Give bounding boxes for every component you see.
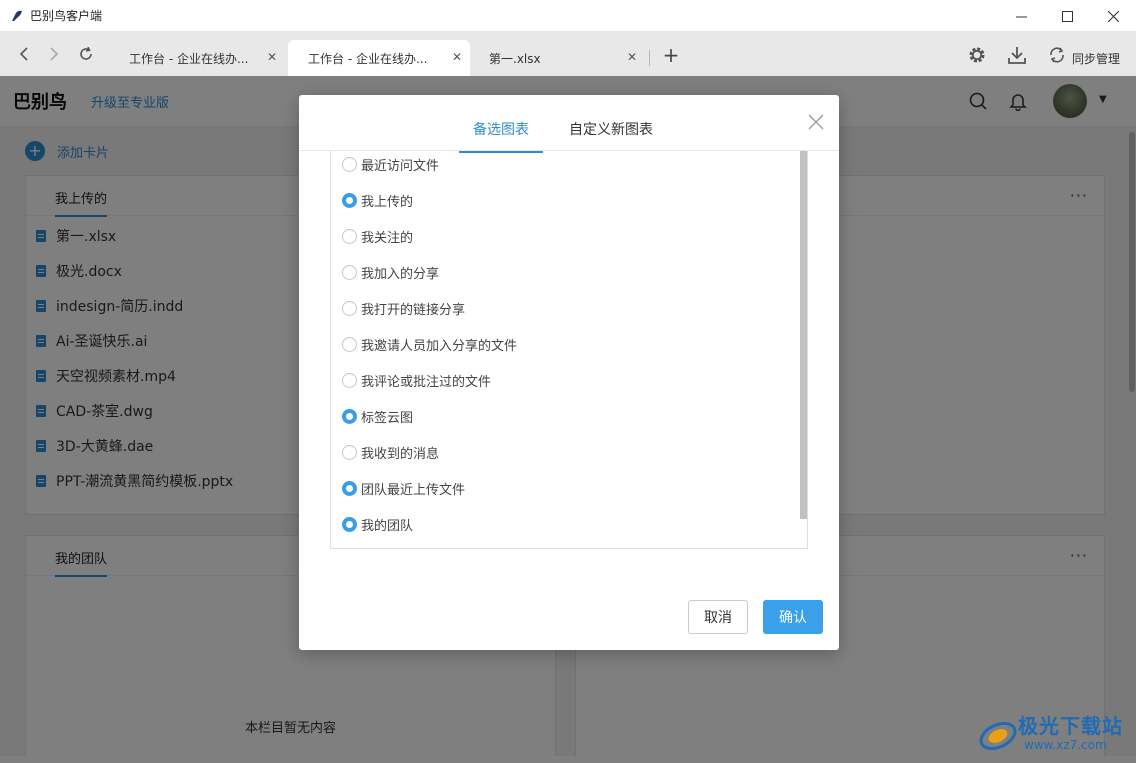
browser-tabbar: 工作台 - 企业在线办... ✕ 工作台 - 企业在线办... ✕ 第一.xls… — [0, 32, 1136, 76]
radio-button[interactable] — [342, 336, 357, 352]
option-label: 最近访问文件 — [361, 158, 440, 174]
download-button[interactable] — [1006, 44, 1028, 66]
refresh-button[interactable] — [74, 42, 98, 66]
radio-button[interactable] — [342, 372, 357, 388]
option-label: 我的团队 — [361, 518, 414, 534]
tab-first-xlsx[interactable]: 第一.xlsx ✕ — [475, 40, 645, 76]
option-label: 标签云图 — [361, 410, 414, 426]
minimize-icon — [1015, 16, 1027, 17]
tab-close-icon[interactable]: ✕ — [452, 50, 462, 64]
refresh-icon — [80, 47, 92, 60]
close-icon[interactable] — [807, 113, 825, 131]
maximize-button[interactable] — [1044, 0, 1090, 32]
tab-candidate-charts[interactable]: 备选图表 — [459, 119, 543, 153]
back-button[interactable] — [12, 42, 36, 66]
tab-close-icon[interactable]: ✕ — [267, 50, 277, 64]
radio-button[interactable] — [342, 228, 357, 244]
option-label: 我邀请人员加入分享的文件 — [361, 338, 518, 354]
option-messages[interactable]: 我收到的消息 — [342, 442, 439, 462]
option-joined-shares[interactable]: 我加入的分享 — [342, 262, 439, 282]
chevron-left-icon — [19, 47, 28, 61]
sync-icon — [1050, 47, 1064, 63]
settings-button[interactable] — [966, 44, 988, 66]
gear-icon — [969, 47, 985, 63]
radio-button-checked[interactable] — [342, 516, 357, 532]
tab-divider — [649, 50, 650, 66]
sync-management-label[interactable]: 同步管理 — [1072, 50, 1120, 67]
radio-button[interactable] — [342, 300, 357, 316]
tab-close-icon[interactable]: ✕ — [627, 50, 637, 64]
tab-workspace-2[interactable]: 工作台 - 企业在线办... ✕ — [288, 40, 470, 76]
sync-button[interactable] — [1046, 44, 1068, 66]
option-label: 我收到的消息 — [361, 446, 440, 462]
dialog-tabs: 备选图表 自定义新图表 — [299, 95, 839, 153]
tab-label: 第一.xlsx — [489, 51, 541, 66]
close-window-button[interactable] — [1090, 0, 1136, 32]
window-titlebar: 巴别鸟客户端 — [0, 0, 1136, 32]
option-opened-link-shares[interactable]: 我打开的链接分享 — [342, 298, 465, 318]
option-label: 我打开的链接分享 — [361, 302, 466, 318]
watermark-url: www.xz7.com — [1024, 738, 1107, 752]
tab-label: 工作台 - 企业在线办... — [308, 51, 428, 66]
option-following[interactable]: 我关注的 — [342, 226, 413, 246]
option-invited-files[interactable]: 我邀请人员加入分享的文件 — [342, 334, 517, 354]
option-tag-cloud[interactable]: 标签云图 — [342, 406, 413, 426]
cancel-button[interactable]: 取消 — [688, 600, 748, 634]
option-label: 我上传的 — [361, 194, 414, 210]
minimize-button[interactable] — [998, 0, 1044, 32]
option-team-recent-uploads[interactable]: 团队最近上传文件 — [342, 478, 465, 498]
window-title: 巴别鸟客户端 — [30, 9, 103, 23]
radio-button-checked[interactable] — [342, 408, 357, 424]
radio-button-checked[interactable] — [342, 480, 357, 496]
confirm-button[interactable]: 确认 — [763, 600, 823, 634]
option-label: 我关注的 — [361, 230, 414, 246]
option-commented-files[interactable]: 我评论或批注过的文件 — [342, 370, 491, 390]
chart-selection-dialog: 备选图表 自定义新图表 最近访问文件 我上传的 我关注的 我加入的分享 我打开的… — [299, 95, 839, 650]
option-label: 团队最近上传文件 — [361, 482, 466, 498]
forward-button[interactable] — [42, 42, 66, 66]
option-label: 我评论或批注过的文件 — [361, 374, 492, 390]
close-icon — [1107, 10, 1119, 22]
new-tab-button[interactable]: + — [660, 43, 682, 67]
radio-button[interactable] — [342, 156, 357, 172]
option-my-uploads[interactable]: 我上传的 — [342, 190, 413, 210]
download-icon — [1008, 47, 1026, 64]
option-label: 我加入的分享 — [361, 266, 440, 282]
tab-custom-chart[interactable]: 自定义新图表 — [569, 119, 653, 151]
chevron-right-icon — [50, 47, 59, 61]
app-logo-icon — [12, 10, 22, 21]
watermark-name: 极光下载站 — [1018, 714, 1123, 738]
option-recent-files[interactable]: 最近访问文件 — [342, 154, 439, 174]
options-scrollbar[interactable] — [800, 151, 807, 519]
radio-button[interactable] — [342, 444, 357, 460]
tab-label: 工作台 - 企业在线办... — [129, 51, 249, 66]
chart-options-list: 最近访问文件 我上传的 我关注的 我加入的分享 我打开的链接分享 我邀请人员加入… — [330, 151, 808, 549]
radio-button-checked[interactable] — [342, 192, 357, 208]
maximize-icon — [1061, 10, 1073, 22]
tab-workspace-1[interactable]: 工作台 - 企业在线办... ✕ — [115, 40, 285, 76]
option-my-team[interactable]: 我的团队 — [342, 514, 413, 534]
radio-button[interactable] — [342, 264, 357, 280]
